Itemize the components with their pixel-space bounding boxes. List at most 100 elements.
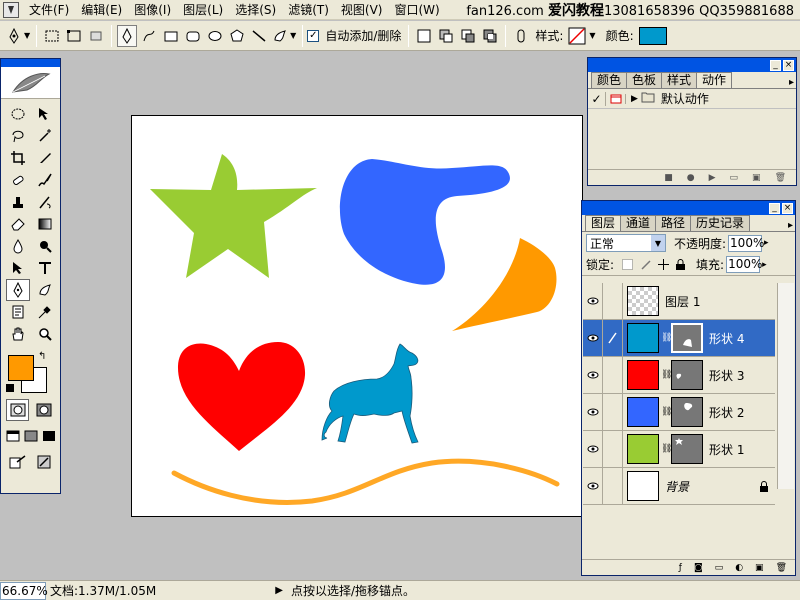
- add-to-shape-icon[interactable]: [414, 25, 434, 47]
- blur-tool-icon[interactable]: [6, 235, 30, 257]
- delete-layer-icon[interactable]: 🗑: [776, 563, 787, 573]
- document-canvas[interactable]: [131, 115, 583, 517]
- lock-position-icon[interactable]: [658, 259, 670, 270]
- close-icon[interactable]: ×: [783, 59, 794, 71]
- full-screen-icon[interactable]: [40, 425, 57, 447]
- tab-channels[interactable]: 通道: [620, 215, 657, 231]
- eye-icon[interactable]: [583, 394, 603, 430]
- actions-panel-titlebar[interactable]: _ ×: [588, 58, 796, 72]
- opacity-arrow-icon[interactable]: ▸: [764, 238, 769, 248]
- subtract-shape-icon[interactable]: [436, 25, 456, 47]
- line-icon[interactable]: [249, 25, 269, 47]
- app-icon[interactable]: [3, 1, 19, 18]
- layers-panel-titlebar[interactable]: _ ×: [582, 201, 795, 215]
- custom-shape-tool-icon[interactable]: [33, 279, 57, 301]
- layer-link-cell[interactable]: [603, 357, 623, 393]
- pen-icon[interactable]: [117, 24, 138, 47]
- minimize-icon[interactable]: _: [769, 202, 780, 214]
- layer-row-layer1[interactable]: 图层 1: [583, 283, 775, 320]
- shape-layers-icon[interactable]: [42, 25, 62, 47]
- layer-row-shape2[interactable]: ⛓ 形状 2: [583, 394, 775, 431]
- menu-filter[interactable]: 滤镜(T): [282, 0, 335, 20]
- path-selection-icon[interactable]: [6, 257, 30, 279]
- rectangle-icon[interactable]: [161, 25, 181, 47]
- expand-arrow-icon[interactable]: ▶: [631, 94, 638, 104]
- fill-pixels-icon[interactable]: [86, 25, 106, 47]
- lock-transparent-icon[interactable]: [622, 259, 634, 270]
- chain-link-icon[interactable]: ⛓: [661, 370, 672, 380]
- new-layer-icon[interactable]: ▣: [755, 563, 764, 573]
- eye-icon[interactable]: [583, 431, 603, 467]
- style-swatch-none-icon[interactable]: ▼: [567, 25, 596, 47]
- layer-link-cell[interactable]: [603, 283, 623, 319]
- panel-menu-icon[interactable]: ▸: [788, 220, 793, 231]
- tab-layers[interactable]: 图层: [585, 215, 622, 231]
- menu-window[interactable]: 窗口(W): [388, 0, 445, 20]
- layer-row-background[interactable]: 背景: [583, 468, 775, 505]
- new-action-icon[interactable]: ▣: [752, 173, 761, 183]
- intersect-shape-icon[interactable]: [458, 25, 478, 47]
- layers-scrollbar[interactable]: [777, 283, 794, 489]
- layer-row-shape4[interactable]: ⛓ 形状 4: [583, 320, 775, 357]
- chain-link-icon[interactable]: ⛓: [661, 333, 672, 343]
- delete-icon[interactable]: 🗑: [775, 173, 786, 183]
- minimize-icon[interactable]: _: [770, 59, 781, 71]
- quick-mask-icon[interactable]: [32, 399, 55, 421]
- pen-tool-preset-icon[interactable]: ▼: [5, 25, 31, 47]
- layer-link-cell[interactable]: [603, 468, 623, 504]
- dog-shape[interactable]: [321, 343, 419, 444]
- menu-edit[interactable]: 编辑(E): [75, 0, 128, 20]
- healing-brush-icon[interactable]: [6, 169, 30, 191]
- move-tool-icon[interactable]: [33, 103, 57, 125]
- menu-layer[interactable]: 图层(L): [177, 0, 229, 20]
- blend-mode-select[interactable]: 正常 ▼: [586, 234, 666, 252]
- freeform-pen-icon[interactable]: [139, 25, 159, 47]
- clone-stamp-icon[interactable]: [6, 191, 30, 213]
- orange-stroke-path[interactable]: [171, 458, 560, 505]
- close-icon[interactable]: ×: [782, 202, 793, 214]
- rounded-rectangle-icon[interactable]: [183, 25, 203, 47]
- foreground-color-swatch[interactable]: [8, 355, 34, 381]
- history-brush-icon[interactable]: [33, 191, 57, 213]
- tab-swatches[interactable]: 色板: [626, 72, 663, 88]
- color-swatch[interactable]: [638, 26, 667, 45]
- custom-shape-icon[interactable]: ▼: [271, 25, 297, 47]
- eye-icon[interactable]: [583, 357, 603, 393]
- lasso-tool-icon[interactable]: [6, 125, 30, 147]
- ellipse-icon[interactable]: [205, 25, 225, 47]
- layer-row-shape1[interactable]: ⛓ 形状 1: [583, 431, 775, 468]
- swap-colors-icon[interactable]: ↰: [38, 351, 46, 362]
- standard-screen-icon[interactable]: [4, 425, 21, 447]
- crop-tool-icon[interactable]: [6, 147, 30, 169]
- zoom-tool-icon[interactable]: [33, 323, 57, 345]
- brush-tool-icon[interactable]: [33, 169, 57, 191]
- feather-logo-icon[interactable]: [1, 67, 60, 99]
- polygon-icon[interactable]: [227, 25, 247, 47]
- pen-tool-icon[interactable]: [6, 279, 30, 301]
- eraser-tool-icon[interactable]: [6, 213, 30, 235]
- record-icon[interactable]: ●: [687, 173, 695, 183]
- menu-file[interactable]: 文件(F): [23, 0, 75, 20]
- opacity-field[interactable]: 100%: [728, 234, 764, 252]
- toolbox-titlebar[interactable]: [1, 59, 60, 67]
- tab-actions[interactable]: 动作: [696, 72, 733, 88]
- new-set-icon[interactable]: ▭: [730, 173, 739, 183]
- gradient-tool-icon[interactable]: [33, 213, 57, 235]
- chain-link-icon[interactable]: ⛓: [661, 444, 672, 454]
- marquee-tool-icon[interactable]: [6, 103, 30, 125]
- layer-row-shape3[interactable]: ⛓ 形状 3: [583, 357, 775, 394]
- eyedropper-tool-icon[interactable]: [33, 301, 57, 323]
- chain-link-icon[interactable]: ⛓: [661, 407, 672, 417]
- jump-to-imageready-icon[interactable]: [6, 451, 29, 473]
- new-group-icon[interactable]: ▭: [715, 563, 724, 573]
- red-heart-shape[interactable]: [177, 342, 306, 451]
- full-screen-menu-icon[interactable]: [22, 425, 39, 447]
- adjustment-layer-icon[interactable]: ◐: [735, 563, 743, 573]
- eye-icon[interactable]: [583, 320, 603, 356]
- tab-paths[interactable]: 路径: [655, 215, 692, 231]
- eye-icon[interactable]: [583, 468, 603, 504]
- standard-mode-icon[interactable]: [6, 399, 29, 421]
- lock-all-icon[interactable]: [675, 259, 686, 270]
- exclude-shape-icon[interactable]: [480, 25, 500, 47]
- orange-wedge-shape[interactable]: [452, 238, 557, 331]
